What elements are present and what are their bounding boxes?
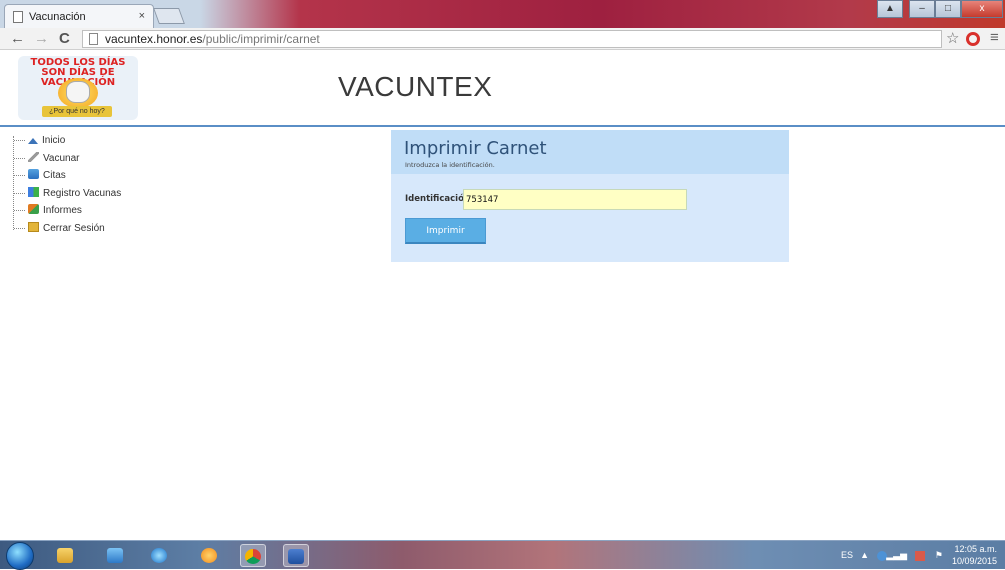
calendar-icon bbox=[28, 169, 39, 180]
report-icon bbox=[28, 204, 39, 215]
system-tray: ES ▲ ▂▃▅ ⚑ 12:05 a.m. 10/09/2015 bbox=[825, 541, 1005, 570]
clock[interactable]: 12:05 a.m. 10/09/2015 bbox=[952, 543, 997, 567]
sidebar-item-cerrar-sesion[interactable]: Cerrar Sesión bbox=[10, 220, 121, 238]
window-controls: ▲ – □ x bbox=[877, 0, 1003, 20]
tree-branch bbox=[14, 157, 25, 159]
registry-icon bbox=[28, 186, 39, 197]
sidebar-item-label: Cerrar Sesión bbox=[43, 222, 105, 234]
tree-branch bbox=[14, 175, 25, 177]
address-bar[interactable]: vacuntex.honor.es/public/imprimir/carnet bbox=[82, 30, 942, 48]
network-signal-icon[interactable]: ▂▃▅ bbox=[886, 550, 907, 561]
tree-branch bbox=[14, 192, 25, 194]
windows-taskbar: ES ▲ ▂▃▅ ⚑ 12:05 a.m. 10/09/2015 bbox=[0, 540, 1005, 570]
browser-tab[interactable]: Vacunación × bbox=[4, 4, 154, 28]
close-window-button[interactable]: x bbox=[961, 0, 1003, 18]
avast-taskbar-icon[interactable] bbox=[196, 544, 222, 567]
chrome-taskbar-icon[interactable] bbox=[240, 544, 266, 567]
logo-ribbon: ¿Por qué no hoy? bbox=[42, 106, 112, 117]
sidebar-item-registro-vacunas[interactable]: Registro Vacunas bbox=[10, 185, 121, 203]
url-text: vacuntex.honor.es/public/imprimir/carnet bbox=[105, 31, 320, 47]
sidebar-item-label: Registro Vacunas bbox=[43, 187, 122, 199]
user-icon[interactable]: ▲ bbox=[877, 0, 903, 18]
forward-button[interactable]: → bbox=[34, 30, 49, 48]
tray-expand-icon[interactable]: ▲ bbox=[860, 550, 869, 560]
sidebar-item-inicio[interactable]: Inicio bbox=[10, 132, 121, 150]
maximize-button[interactable]: □ bbox=[935, 0, 961, 18]
print-button[interactable]: Imprimir bbox=[405, 218, 486, 244]
home-icon bbox=[28, 138, 38, 144]
vacuntex-logo[interactable]: TODOS LOS DÍAS SON DÍAS DE VACUNACIÓN ¿P… bbox=[18, 56, 138, 120]
sidebar-tree: Inicio Vacunar Citas Registro Vacunas In… bbox=[10, 132, 121, 238]
tree-branch bbox=[14, 140, 25, 141]
back-button[interactable]: ← bbox=[10, 30, 25, 48]
minimize-button[interactable]: – bbox=[909, 0, 935, 18]
header-divider bbox=[0, 125, 1005, 127]
panel-title: Imprimir Carnet bbox=[404, 138, 547, 159]
opera-icon[interactable] bbox=[966, 32, 980, 46]
sidebar-item-vacunar[interactable]: Vacunar bbox=[10, 150, 121, 168]
panel-header: Imprimir Carnet Introduzca la identifica… bbox=[391, 130, 789, 174]
sidebar-item-label: Vacunar bbox=[43, 152, 80, 164]
panel-subtitle: Introduzca la identificación. bbox=[405, 161, 495, 169]
sidebar-item-label: Informes bbox=[43, 205, 82, 217]
tree-branch bbox=[14, 210, 25, 212]
power-icon[interactable] bbox=[915, 551, 925, 561]
start-button[interactable] bbox=[6, 542, 34, 570]
tab-title: Vacunación bbox=[29, 11, 86, 23]
page-header bbox=[0, 50, 1005, 125]
sidebar-item-citas[interactable]: Citas bbox=[10, 167, 121, 185]
identification-input[interactable] bbox=[463, 189, 687, 210]
browser-titlebar: Vacunación × ▲ – □ x bbox=[0, 0, 1005, 28]
syringe-icon bbox=[28, 151, 39, 162]
menu-icon[interactable]: ≡ bbox=[990, 29, 999, 46]
media-player-taskbar-icon[interactable] bbox=[102, 544, 128, 567]
browser-toolbar: ← → C vacuntex.honor.es/public/imprimir/… bbox=[0, 28, 1005, 50]
site-title: VACUNTEX bbox=[338, 71, 493, 102]
language-indicator[interactable]: ES bbox=[841, 550, 853, 560]
url-path: /public/imprimir/carnet bbox=[202, 32, 320, 46]
page-icon bbox=[13, 11, 23, 23]
word-taskbar-icon[interactable] bbox=[283, 544, 309, 567]
hand-icon bbox=[66, 81, 90, 103]
new-tab-button[interactable] bbox=[153, 8, 185, 24]
action-center-flag-icon[interactable]: ⚑ bbox=[935, 550, 943, 561]
tab-close-icon[interactable]: × bbox=[139, 10, 145, 22]
print-card-panel: Imprimir Carnet Introduzca la identifica… bbox=[391, 130, 789, 262]
url-host: vacuntex.honor.es bbox=[105, 32, 203, 46]
tree-branch bbox=[14, 227, 25, 229]
bookmark-star-icon[interactable]: ☆ bbox=[946, 29, 959, 47]
identification-label: Identificación bbox=[405, 194, 470, 204]
clock-time: 12:05 a.m. bbox=[954, 544, 997, 554]
internet-explorer-taskbar-icon[interactable] bbox=[146, 544, 172, 567]
sidebar-item-informes[interactable]: Informes bbox=[10, 202, 121, 220]
page-icon bbox=[89, 33, 98, 45]
logout-icon bbox=[28, 221, 39, 232]
sidebar-item-label: Citas bbox=[43, 170, 66, 182]
reload-button[interactable]: C bbox=[59, 30, 70, 48]
explorer-taskbar-icon[interactable] bbox=[52, 544, 78, 567]
sidebar-item-label: Inicio bbox=[42, 135, 66, 146]
clock-date: 10/09/2015 bbox=[951, 556, 997, 566]
